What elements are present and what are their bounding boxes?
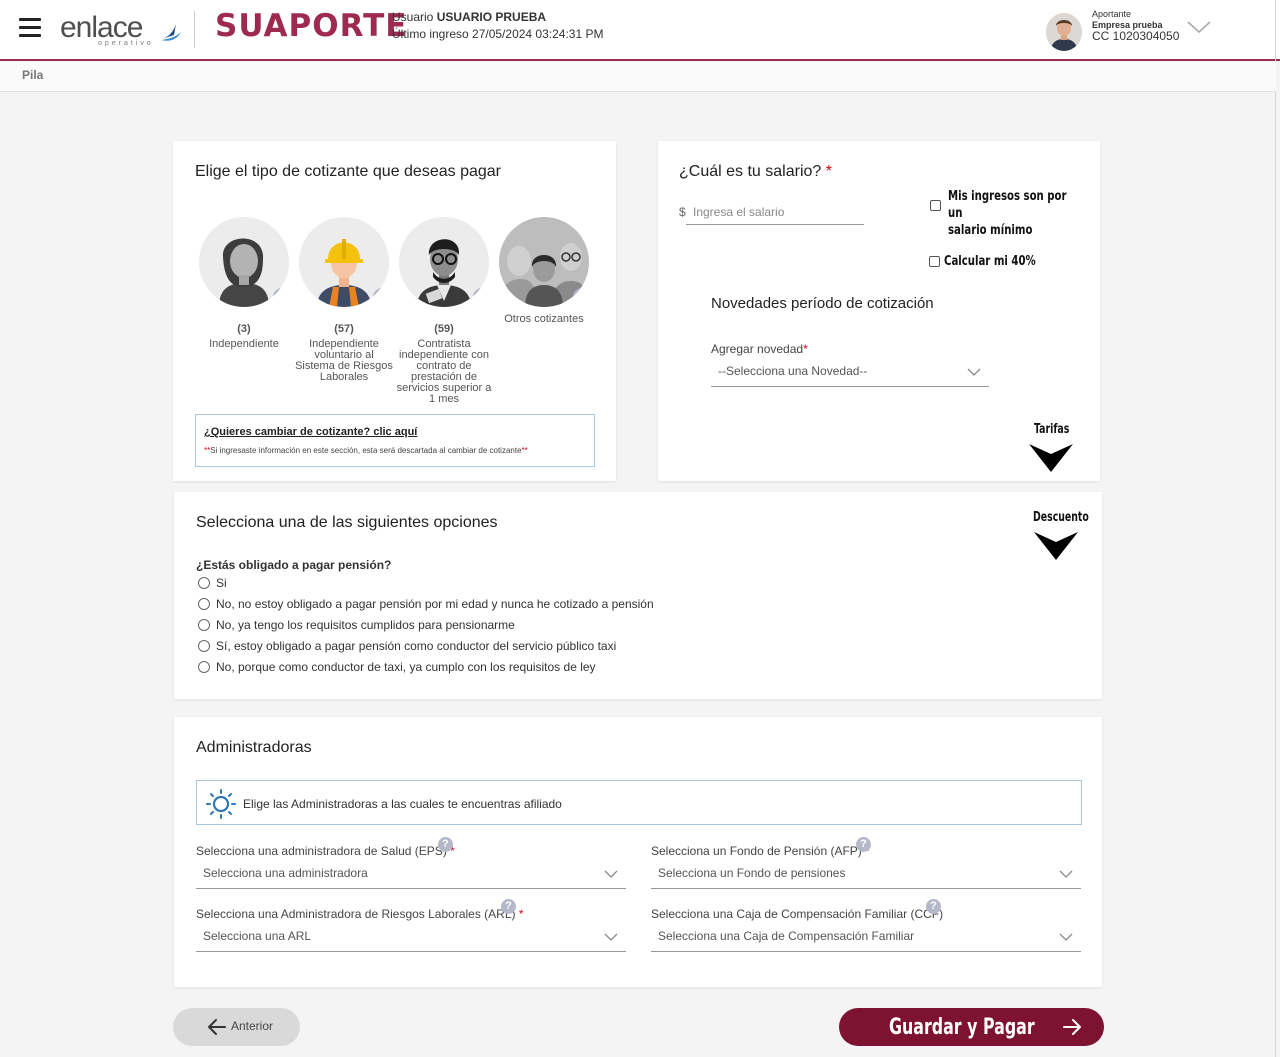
radio-button[interactable] [198, 619, 210, 631]
help-icon[interactable]: ? [273, 288, 289, 306]
change-cotizante-note: **Si ingresaste información en este secc… [204, 446, 528, 455]
arrow-left-icon [208, 1019, 226, 1035]
salary-input[interactable] [686, 199, 864, 225]
user-name: USUARIO PRUEBA [436, 10, 547, 24]
chevron-down-icon [1059, 933, 1073, 941]
calc40-label: Calcular mi 40% [944, 254, 1036, 269]
min-wage-checkbox[interactable] [930, 200, 941, 211]
afp-select[interactable]: Selecciona un Fondo de pensiones [651, 861, 1081, 889]
eps-select-value: Selecciona una administradora [203, 866, 368, 880]
tarifas-label: Tarifas [1034, 422, 1070, 437]
chevron-down-icon [604, 933, 618, 941]
last-login: Último ingreso 27/05/2024 03:24:31 PM [392, 27, 604, 41]
user-prefix: Usuario [392, 10, 434, 24]
page-right-border [1275, 0, 1276, 1057]
cotizante-option-otros[interactable]: ? Otros cotizantes [494, 217, 594, 325]
enlace-logo-mark-icon [161, 24, 181, 41]
pension-question: ¿Estás obligado a pagar pensión? [196, 558, 392, 572]
arrow-right-icon [1063, 1019, 1081, 1035]
save-and-pay-button[interactable]: Guardar y Pagar [839, 1008, 1104, 1046]
cotizante-title: Elige el tipo de cotizante que deseas pa… [195, 163, 501, 180]
cotizante-option-independiente[interactable]: ? (3) Independiente [194, 217, 294, 350]
help-icon[interactable]: ? [501, 899, 516, 914]
chevron-down-icon[interactable] [1186, 19, 1212, 35]
administradoras-info-text: Elige las Administradoras a las cuales t… [243, 797, 562, 811]
radio-button[interactable] [198, 640, 210, 652]
arl-label: Selecciona una Administradora de Riesgos… [196, 907, 524, 921]
save-and-pay-label: Guardar y Pagar [889, 1015, 1035, 1040]
required-mark: * [825, 163, 832, 180]
change-cotizante-box: ¿Quieres cambiar de cotizante? clic aquí… [195, 414, 595, 467]
chevron-down-icon [967, 368, 981, 376]
afp-select-value: Selecciona un Fondo de pensiones [658, 866, 846, 880]
breadcrumb: Pila [0, 62, 1276, 92]
help-icon[interactable]: ? [926, 899, 941, 914]
eps-label: Selecciona una administradora de Salud (… [196, 844, 455, 858]
salario-title: ¿Cuál es tu salario? * [679, 163, 832, 180]
previous-button-label: Anterior [231, 1019, 274, 1033]
afp-label: Selecciona un Fondo de Pensión (AFP) * [651, 844, 870, 858]
novedad-select[interactable]: --Selecciona una Novedad-- [711, 359, 989, 387]
cotizante-count: (59) [434, 323, 454, 335]
user-avatar-icon [1046, 13, 1082, 51]
administradoras-card: Administradoras Elige las Administradora… [174, 717, 1102, 987]
user-info: Usuario USUARIO PRUEBA Último ingreso 27… [392, 9, 603, 43]
novedad-select-value: --Selecciona una Novedad-- [718, 364, 868, 378]
cotizante-option-independiente-voluntario[interactable]: ? (57) Independiente voluntario al Siste… [294, 217, 394, 383]
pension-options-card: Selecciona una de las siguientes opcione… [174, 492, 1102, 699]
radio-button[interactable] [198, 661, 210, 673]
header-divider [194, 11, 195, 48]
novedades-title: Novedades período de cotización [711, 295, 934, 312]
chevron-down-icon [604, 870, 618, 878]
woman-avatar-icon: ? [199, 217, 289, 307]
suaporte-logo[interactable]: SUAPORTE [215, 8, 407, 44]
administradoras-info-box: Elige las Administradoras a las cuales t… [196, 780, 1082, 825]
salario-card: ¿Cuál es tu salario? * $ Mis ingresos so… [658, 141, 1100, 481]
hamburger-menu-icon[interactable] [19, 18, 41, 38]
novedad-label: Agregar novedad* [711, 342, 808, 356]
currency-symbol: $ [679, 205, 686, 219]
cotizante-option-contratista[interactable]: ? (59) Contratista independiente con con… [394, 217, 494, 405]
help-icon[interactable]: ? [856, 837, 871, 852]
cotizante-label: Independiente [209, 338, 279, 350]
eps-select[interactable]: Selecciona una administradora [196, 861, 626, 889]
help-icon[interactable]: ? [473, 288, 489, 306]
cotizante-count: (3) [237, 323, 251, 335]
descuento-expand-arrow-icon[interactable] [1034, 532, 1078, 560]
group-people-icon: ? [499, 217, 589, 307]
cotizante-label: Independiente voluntario al Sistema de R… [295, 338, 393, 383]
worker-hardhat-icon: ? [299, 217, 389, 307]
cotizante-label: Otros cotizantes [504, 313, 584, 325]
change-cotizante-link[interactable]: ¿Quieres cambiar de cotizante? clic aquí [204, 426, 417, 438]
radio-button[interactable] [198, 598, 210, 610]
contractor-glasses-icon: ? [399, 217, 489, 307]
top-header: enlace operativo SUAPORTE Usuario USUARI… [0, 0, 1280, 61]
cotizante-label: Contratista independiente con contrato d… [396, 338, 492, 405]
tarifas-expand-arrow-icon[interactable] [1029, 444, 1073, 472]
descuento-label: Descuento [1033, 510, 1089, 525]
arl-select-value: Selecciona una ARL [203, 929, 312, 943]
chevron-down-icon [1059, 870, 1073, 878]
help-icon[interactable]: ? [573, 288, 589, 306]
enlace-logo[interactable]: enlace operativo [60, 8, 185, 50]
ccf-label: Selecciona una Caja de Compensación Fami… [651, 907, 944, 921]
min-wage-label: Mis ingresos son por un salario mínimo [948, 189, 1067, 238]
radio-button[interactable] [198, 577, 210, 589]
ccf-select[interactable]: Selecciona una Caja de Compensación Fami… [651, 924, 1081, 952]
breadcrumb-current[interactable]: Pila [22, 68, 43, 82]
cotizante-count: (57) [334, 323, 354, 335]
ccf-select-value: Selecciona una Caja de Compensación Fami… [658, 929, 915, 943]
previous-button[interactable]: Anterior [173, 1008, 300, 1046]
administradoras-title: Administradoras [196, 739, 312, 756]
lightbulb-icon [206, 789, 236, 819]
help-icon[interactable]: ? [373, 288, 389, 306]
options-title: Selecciona una de las siguientes opcione… [196, 514, 498, 531]
avatar[interactable] [1046, 13, 1082, 51]
help-icon[interactable]: ? [438, 837, 453, 852]
arl-select[interactable]: Selecciona una ARL [196, 924, 626, 952]
cotizante-card: Elige el tipo de cotizante que deseas pa… [173, 141, 616, 481]
calc40-checkbox[interactable] [929, 256, 940, 267]
